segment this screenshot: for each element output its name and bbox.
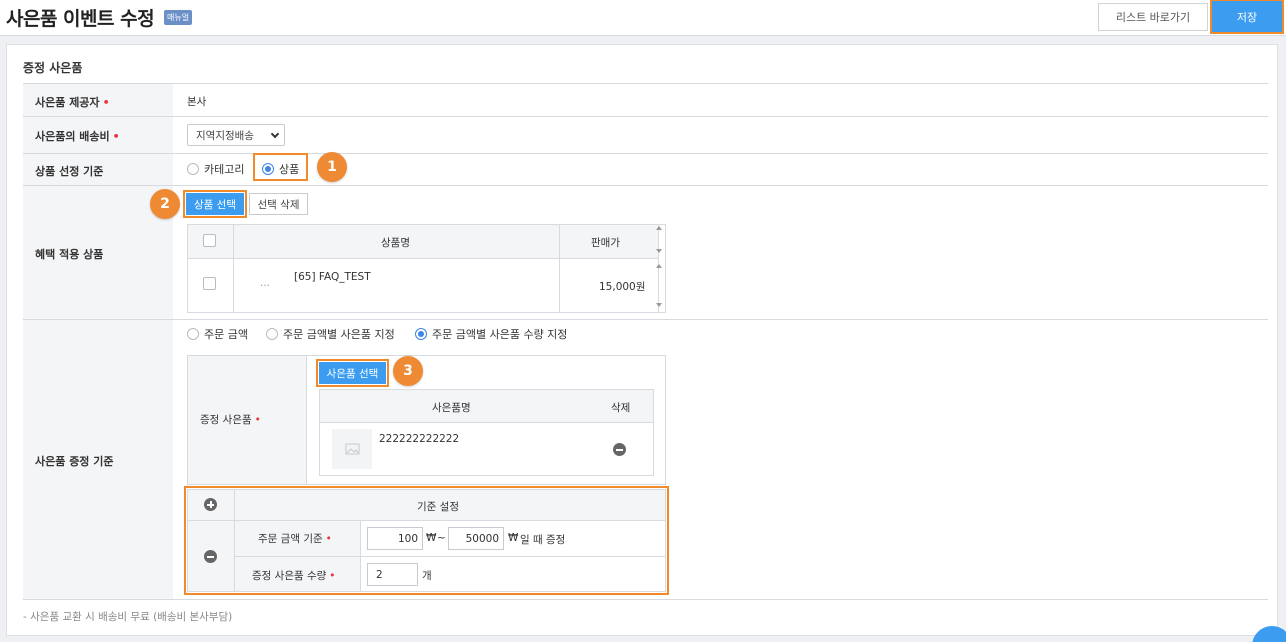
criteria-option-label: 상품 (279, 163, 300, 176)
gift-option-label: 주문 금액별 사은품 수량 지정 (432, 328, 568, 341)
radio-selected-icon (262, 163, 274, 175)
divider (23, 83, 1268, 84)
divider (23, 116, 1268, 117)
product-delete-button[interactable]: 선택 삭제 (249, 193, 308, 215)
gift-option-label: 주문 금액별 사은품 지정 (283, 328, 395, 341)
divider (23, 319, 1268, 320)
gift-select-button[interactable]: 사은품 선택 (319, 362, 386, 384)
select-all-checkbox[interactable] (203, 234, 216, 247)
section-title: 증정 사은품 (23, 61, 83, 75)
gift-thumbnail (332, 429, 372, 469)
required-mark: • (102, 96, 110, 109)
scroll-up-icon[interactable] (656, 264, 662, 268)
required-mark: • (254, 414, 261, 426)
divider (658, 225, 659, 312)
qty-unit: 개 (422, 570, 432, 582)
required-mark: • (329, 570, 336, 582)
remove-gift-icon[interactable] (613, 443, 626, 456)
divider (234, 490, 235, 591)
shipping-select-value: 지역지정배송 (196, 129, 254, 142)
required-mark: • (112, 130, 120, 143)
required-mark: • (325, 533, 332, 545)
divider (188, 258, 658, 259)
gift-option-label: 주문 금액 (204, 328, 248, 341)
divider (233, 225, 234, 312)
divider (188, 520, 665, 521)
provider-value: 본사 (187, 96, 207, 108)
main-panel: 증정 사은품 사은품 제공자 • 본사 사은품의 배송비 • 지역지정배송 상품 선… (6, 44, 1278, 636)
save-button[interactable]: 저장 (1210, 0, 1284, 34)
product-price: 15,000원 (599, 281, 646, 293)
currency-symbol: ₩ (426, 532, 437, 544)
step-badge-1: 1 (317, 152, 347, 182)
criteria-option-label: 카테고리 (204, 163, 245, 176)
provider-label-cell: 사은품 제공자 • (23, 84, 173, 116)
footnote: - 사은품 교환 시 배송비 무료 (배송비 본사부담) (23, 611, 233, 623)
column-header-gift-name: 사은품명 (432, 402, 471, 414)
divider (235, 556, 665, 557)
manual-badge[interactable]: 매뉴얼 (164, 10, 193, 25)
chevron-down-icon (270, 129, 280, 139)
qty-label: 증정 사은품 수량 • (252, 570, 336, 582)
radio-icon (187, 163, 199, 175)
column-header-price: 판매가 (591, 237, 620, 249)
image-placeholder-icon (345, 443, 360, 455)
divider (559, 225, 560, 312)
radio-icon (187, 328, 199, 340)
gift-option-by-amount[interactable]: 주문 금액별 사은품 지정 (266, 326, 395, 342)
add-row-icon[interactable] (204, 498, 217, 511)
criteria-option-category[interactable]: 카테고리 (187, 161, 244, 177)
column-header-delete: 삭제 (611, 402, 631, 414)
list-button[interactable]: 리스트 바로가기 (1098, 3, 1208, 31)
column-header-name: 상품명 (381, 237, 410, 249)
product-select-button[interactable]: 상품 선택 (186, 193, 244, 215)
divider (23, 153, 1268, 154)
gift-option-order-amount[interactable]: 주문 금액 (187, 326, 248, 342)
row-checkbox[interactable] (203, 277, 216, 290)
order-amount-label: 주문 금액 기준 • (258, 533, 332, 545)
radio-selected-icon (415, 328, 427, 340)
criteria-label-cell: 상품 선정 기준 (23, 154, 173, 185)
min-amount-input[interactable]: 100 (367, 527, 423, 550)
criteria-option-product[interactable]: 상품 (262, 161, 299, 177)
gift-name: 222222222222 (379, 433, 460, 445)
max-amount-input[interactable]: 50000 (448, 527, 504, 550)
product-name[interactable]: [65] FAQ_TEST (294, 271, 371, 283)
scroll-up-icon[interactable] (656, 226, 662, 230)
page-title: 사은품 이벤트 수정 (6, 8, 155, 30)
table-header (188, 225, 658, 258)
step-badge-3: 3 (393, 356, 423, 386)
criteria-label: 상품 선정 기준 (35, 165, 104, 178)
gift-option-by-quantity[interactable]: 주문 금액별 사은품 수량 지정 (415, 326, 567, 342)
table-header (320, 390, 653, 422)
scroll-down-icon[interactable] (656, 249, 662, 253)
divider (23, 185, 1268, 186)
step-badge-2: 2 (150, 189, 180, 219)
range-tilde: ~ (437, 532, 446, 544)
standard-header: 기준 설정 (417, 501, 459, 513)
divider (23, 599, 1268, 600)
qty-input[interactable]: 2 (367, 563, 418, 586)
product-thumbnail-text: ... (260, 277, 271, 289)
gift-criteria-label-cell: 사은품 증정 기준 (23, 320, 173, 599)
scroll-down-icon[interactable] (656, 303, 662, 307)
divider (360, 520, 361, 591)
shipping-label: 사은품의 배송비 • (35, 130, 120, 143)
radio-icon (266, 328, 278, 340)
gift-label: 증정 사은품 • (200, 414, 261, 426)
top-bar: 사은품 이벤트 수정 매뉴얼 리스트 바로가기 저장 (0, 0, 1286, 36)
shipping-label-cell: 사은품의 배송비 • (23, 117, 173, 153)
shipping-select[interactable]: 지역지정배송 (187, 124, 285, 146)
divider (306, 356, 307, 484)
currency-symbol: ₩ (508, 532, 519, 544)
provider-label: 사은품 제공자 • (35, 96, 110, 109)
benefit-label: 혜택 적용 상품 (35, 248, 104, 261)
gift-criteria-label: 사은품 증정 기준 (35, 455, 114, 468)
divider (320, 422, 653, 423)
amount-suffix: 일 때 증정 (520, 534, 566, 546)
remove-row-icon[interactable] (204, 550, 217, 563)
